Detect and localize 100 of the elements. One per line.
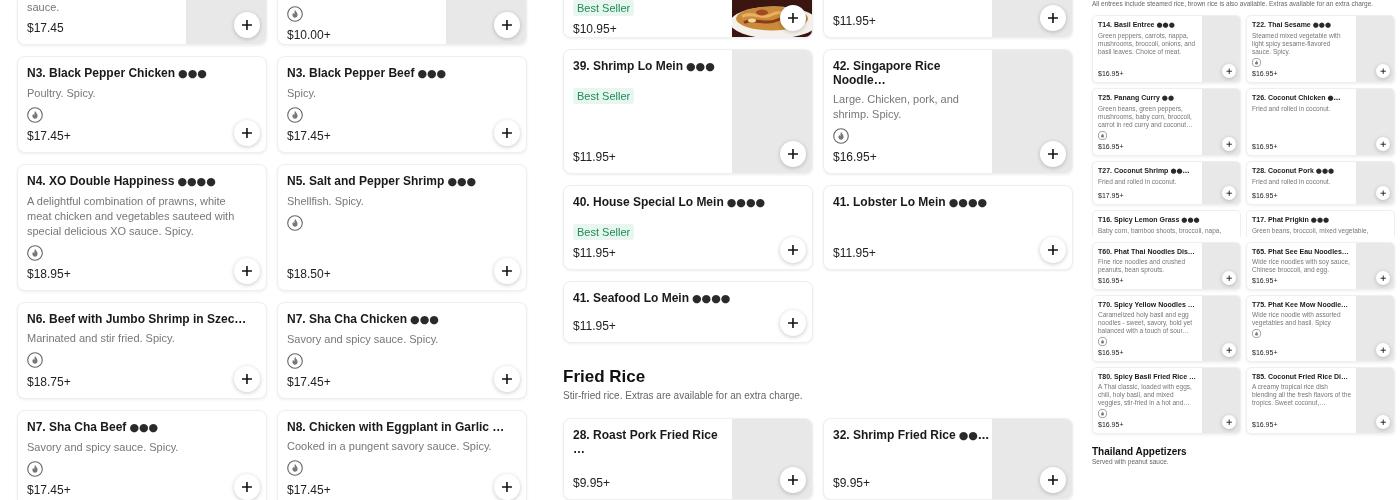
dish-name: 42. Singapore Rice Noodle… (833, 59, 941, 87)
dish-name: 41. Seafood Lo Mein (573, 291, 689, 305)
menu-card[interactable]: 40. House Special Lo Mein ●●●● Best Seller $11.95+ (563, 185, 813, 270)
spice-level: ●●●● (692, 292, 731, 305)
price: $11.95+ (573, 149, 616, 164)
plus-icon (1225, 346, 1233, 354)
price: $17.45+ (287, 482, 331, 497)
spice-level: ●●● (129, 421, 159, 434)
dish-name: N4. XO Double Happiness (27, 174, 175, 188)
plus-icon (241, 127, 253, 139)
plus-icon (241, 373, 253, 385)
menu-card[interactable]: N8. Chicken with Eggplant in Garlic … Cooked in a pungent savory sauce. Spicy. $17.45+ (277, 410, 527, 500)
dish-name: N3. Black Pepper Beef (287, 66, 415, 80)
section-heading: Fried Rice (563, 367, 647, 387)
price: $11.95+ (833, 245, 876, 260)
dish-description: Shellfish. Spicy. (287, 194, 365, 209)
best-seller-badge: Best Seller (573, 0, 635, 16)
add-button[interactable] (234, 258, 260, 284)
menu-card[interactable]: Best Seller $10.95+ (563, 0, 813, 38)
plus-icon (1225, 67, 1233, 75)
plus-icon (241, 481, 253, 493)
dish-name: 41. Lobster Lo Mein (833, 195, 946, 209)
plus-icon (1047, 474, 1059, 486)
price: $9.95+ (573, 475, 611, 490)
spice-level: ●●●● (726, 196, 766, 209)
menu-card[interactable]: 39. Shrimp Lo Mein ●●● Best Seller $11.95+ (563, 49, 813, 174)
menu-card[interactable]: N3. Black Pepper Beef ●●● Spicy. $17.45+ (277, 56, 527, 153)
dish-description: Spicy. (287, 86, 318, 101)
price: $11.95+ (573, 318, 616, 333)
price: $11.95+ (573, 245, 616, 260)
plus-icon (501, 19, 513, 31)
menu-card[interactable]: N7. Sha Cha Beef ●●● Savory and spicy sauce. Spicy. $17.45+ (17, 410, 267, 500)
spice-level: ●●● (410, 313, 439, 326)
add-button[interactable] (1040, 237, 1066, 263)
menu-card[interactable]: 41. Seafood Lo Mein ●●●● $11.95+ (563, 281, 813, 343)
dish-description: Savory and spicy sauce. Spicy. (287, 332, 440, 347)
plus-icon (501, 127, 513, 139)
dish-name: 28. Roast Pork Fried Rice … (573, 428, 718, 456)
spice-level: ●●● (447, 175, 477, 188)
spice-level: ●●●● (948, 196, 988, 209)
menu-card[interactable]: N5. Salt and Pepper Shrimp ●●● Shellfish. Spicy. $18.50+ (277, 164, 527, 291)
plus-icon (1225, 418, 1233, 426)
add-button[interactable] (780, 237, 806, 263)
menu-card[interactable]: $11.95+ (823, 0, 1073, 38)
add-button[interactable] (234, 474, 260, 500)
dish-name: N7. Sha Cha Beef (27, 420, 127, 434)
spice-level: ●●● (178, 67, 207, 80)
dish-description: Savory and spicy sauce. Spicy. (27, 440, 180, 455)
price: $17.45+ (27, 482, 71, 497)
add-button[interactable] (234, 366, 260, 392)
add-button[interactable] (494, 120, 520, 146)
add-button[interactable] (494, 474, 520, 500)
plus-icon (501, 265, 513, 277)
menu-card[interactable]: N6. Beef with Jumbo Shrimp in Szec… Marinated and stir fried. Spicy. $18.75+ (17, 302, 267, 399)
plus-icon (501, 373, 513, 385)
best-seller-badge: Best Seller (573, 88, 635, 104)
dish-description: sauce. (27, 0, 61, 15)
plus-icon (787, 12, 799, 24)
section-heading: Thailand Appetizers (1092, 446, 1188, 458)
menu-card[interactable]: $10.00+ (277, 0, 527, 45)
price: $10.00+ (287, 27, 331, 42)
section-description: Stir-fried rice. Extras are available for an extra charge. (563, 389, 804, 402)
plus-icon (1379, 418, 1387, 426)
dish-name: N5. Salt and Pepper Shrimp (287, 174, 445, 188)
menu-card[interactable]: 28. Roast Pork Fried Rice … $9.95+ (563, 418, 813, 500)
plus-icon (1379, 67, 1387, 75)
plus-icon (1379, 189, 1387, 197)
plus-icon (1379, 140, 1387, 148)
plus-icon (1379, 346, 1387, 354)
add-button[interactable] (234, 120, 260, 146)
plus-icon (1047, 244, 1059, 256)
dish-description: Large. Chicken, pork, and shrimp. Spicy. (833, 92, 960, 122)
price: $9.95+ (833, 475, 871, 490)
dish-name: N6. Beef with Jumbo Shrimp in Szec… (27, 312, 247, 326)
plus-icon (787, 317, 799, 329)
spice-level: ●●… (958, 429, 989, 442)
menu-card[interactable]: N7. Sha Cha Chicken ●●● Savory and spicy sauce. Spicy. $17.45+ (277, 302, 527, 399)
price: $18.95+ (27, 266, 71, 281)
price: $17.45+ (287, 374, 331, 389)
spice-level: ●●●● (177, 175, 216, 188)
menu-card[interactable]: sauce. $17.45 (17, 0, 267, 45)
spice-level: ●●● (686, 60, 715, 73)
price: $11.95+ (833, 13, 876, 28)
add-button[interactable] (494, 258, 520, 284)
menu-card[interactable]: 42. Singapore Rice Noodle… Large. Chicken, pork, and shrimp. Spicy. $16.95+ (823, 49, 1073, 174)
plus-icon (787, 148, 799, 160)
menu-card[interactable]: N3. Black Pepper Chicken ●●● Poultry. Spicy. $17.45+ (17, 56, 267, 153)
plus-icon (241, 19, 253, 31)
price: $16.95+ (833, 149, 877, 164)
menu-card[interactable]: 41. Lobster Lo Mein ●●●● $11.95+ (823, 185, 1073, 270)
dish-description: Cooked in a pungent savory sauce. Spicy. (287, 439, 493, 454)
menu-card[interactable]: 32. Shrimp Fried Rice ●●… $9.95+ (823, 418, 1073, 500)
price: $18.50+ (287, 266, 331, 281)
add-button[interactable] (780, 310, 806, 336)
dish-name: 32. Shrimp Fried Rice (833, 428, 956, 442)
plus-icon (1047, 148, 1059, 160)
price: $17.45 (27, 20, 64, 35)
menu-card[interactable]: N4. XO Double Happiness ●●●● A delightful combination of prawns, white meat chicken and vegetables sauteed with special delicious XO sauce. Spicy. $18.95+ (17, 164, 267, 291)
dish-name: N3. Black Pepper Chicken (27, 66, 176, 80)
add-button[interactable] (494, 366, 520, 392)
